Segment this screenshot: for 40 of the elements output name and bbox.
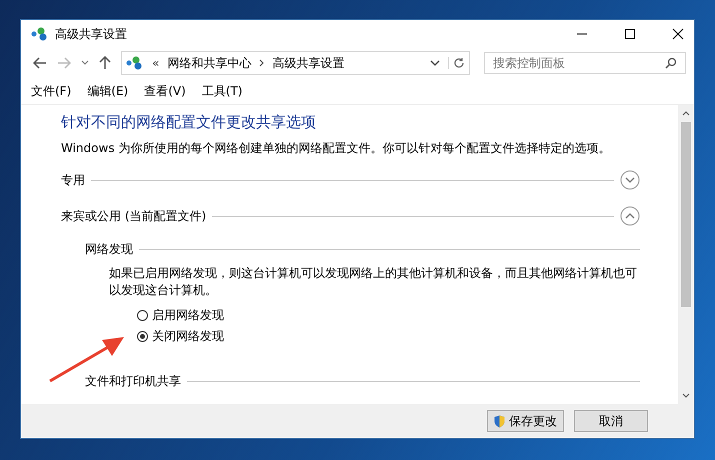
chevron-right-icon — [259, 59, 264, 67]
cancel-button[interactable]: 取消 — [574, 410, 648, 432]
back-arrow-icon[interactable] — [33, 57, 47, 69]
radio-button[interactable] — [137, 310, 148, 321]
menu-item[interactable]: 文件(F) — [31, 82, 72, 100]
radio-button[interactable] — [137, 331, 148, 342]
section-description: 如果已启用网络发现，则这台计算机可以发现网络上的其他计算机和设备，而且其他网络计算机也可以发现这台计算机。 — [108, 265, 638, 299]
radio-option[interactable]: 启用网络发现 — [137, 307, 224, 324]
expand-chevron-icon[interactable] — [620, 170, 640, 190]
breadcrumb-item[interactable]: 网络和共享中心 — [167, 54, 252, 72]
up-arrow-icon[interactable] — [99, 56, 111, 70]
section-title: 网络发现 — [85, 240, 133, 258]
address-bar[interactable]: « 网络和共享中心 高级共享设置 — [121, 51, 470, 75]
profile-header[interactable]: 来宾或公用 (当前配置文件) — [61, 208, 206, 224]
close-icon[interactable] — [672, 28, 684, 40]
page-heading: 针对不同的网络配置文件更改共享选项 — [61, 113, 317, 132]
menu-item[interactable]: 工具(T) — [202, 82, 242, 100]
breadcrumb-overflow[interactable]: « — [152, 56, 160, 70]
dropdown-caret-icon[interactable] — [81, 60, 89, 66]
network-icon — [126, 56, 144, 70]
profile-header[interactable]: 专用 — [61, 172, 85, 188]
radio-option[interactable]: 关闭网络发现 — [137, 328, 224, 345]
maximize-icon[interactable] — [624, 28, 636, 40]
network-icon — [31, 27, 49, 41]
collapse-chevron-icon[interactable] — [620, 206, 640, 226]
menu-item[interactable]: 编辑(E) — [87, 82, 128, 100]
search-icon — [665, 57, 677, 69]
scroll-down-icon[interactable] — [682, 393, 690, 398]
scrollbar[interactable] — [678, 105, 694, 404]
search-field[interactable]: 搜索控制面板 — [484, 52, 686, 74]
shield-icon — [494, 414, 505, 428]
breadcrumb-item[interactable]: 高级共享设置 — [272, 54, 344, 72]
dropdown-caret-icon[interactable] — [430, 60, 440, 66]
menu-item[interactable]: 查看(V) — [144, 82, 186, 100]
window-title: 高级共享设置 — [55, 26, 127, 42]
intro-text: Windows 为你所使用的每个网络创建单独的网络配置文件。你可以针对每个配置文件选择特定的选项。 — [61, 140, 612, 157]
save-button[interactable]: 保存更改 — [487, 410, 564, 432]
section-title: 文件和打印机共享 — [85, 372, 181, 390]
scroll-up-icon[interactable] — [682, 111, 690, 116]
refresh-icon[interactable] — [448, 57, 465, 69]
